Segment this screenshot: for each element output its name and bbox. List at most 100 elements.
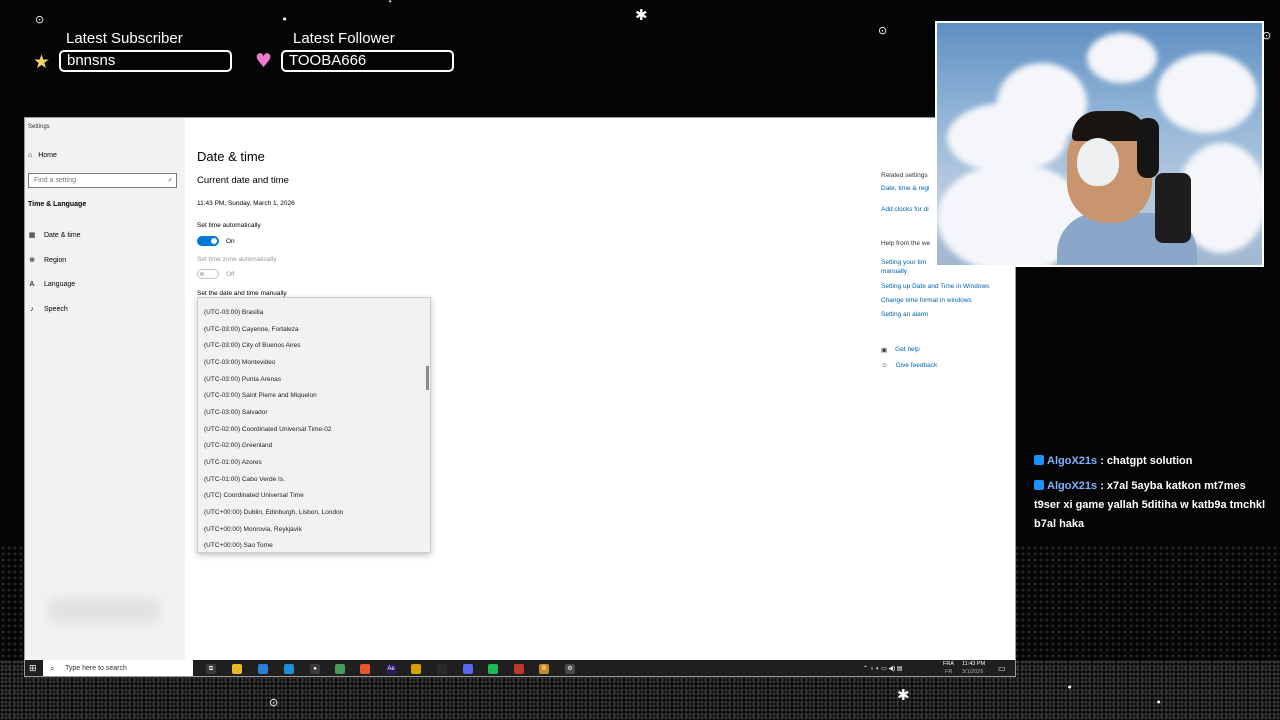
headphones-icon: [1137, 118, 1159, 178]
chat-message: AlgoX21s : chatgpt solution: [1034, 452, 1269, 471]
timezone-option[interactable]: (UTC) Coordinated Universal Time: [204, 492, 304, 499]
timezone-dropdown-list[interactable]: (UTC-03:00) Brasilia (UTC-03:00) Cayenne…: [197, 297, 431, 553]
timezone-option[interactable]: (UTC-03:00) Brasilia: [204, 309, 263, 316]
blurred-area: [49, 598, 159, 624]
terminal-icon[interactable]: [437, 664, 447, 674]
notifications-icon[interactable]: ▭: [998, 664, 1006, 673]
find-setting-input[interactable]: Find a setting ⌕: [28, 173, 177, 188]
language-icon: A: [29, 281, 35, 288]
get-help-label: Get help: [895, 346, 920, 353]
edge-icon[interactable]: [284, 664, 294, 674]
timezone-option[interactable]: (UTC+00:00) Monrovia, Reykjavik: [204, 526, 302, 533]
language-indicator[interactable]: FRA: [943, 661, 954, 667]
current-date-value: 11:43 PM, Sunday, March 1, 2026: [197, 200, 295, 207]
chat-text: chatgpt solution: [1106, 455, 1193, 467]
feedback-icon: ☺: [881, 362, 888, 369]
timezone-option[interactable]: (UTC-01:00) Cabo Verde Is.: [204, 476, 285, 483]
search-icon: ⌕: [168, 177, 172, 184]
set-timezone-auto-toggle[interactable]: [197, 269, 219, 279]
dropdown-scrollbar[interactable]: [426, 366, 429, 390]
chat-username: AlgoX21s: [1047, 480, 1098, 492]
sidebar-item-speech[interactable]: ♪ Speech: [28, 306, 68, 313]
sidebar-item-label: Region: [44, 256, 67, 264]
help-link-setting-up[interactable]: Setting up Date and Time in Windows: [881, 283, 989, 290]
microphone-icon: ♪: [30, 306, 34, 313]
help-title: Help from the we: [881, 240, 931, 247]
clock-time[interactable]: 11:43 PM: [962, 661, 985, 667]
after-effects-icon[interactable]: Ae: [386, 664, 396, 674]
discord-icon[interactable]: [463, 664, 473, 674]
timezone-option[interactable]: (UTC-03:00) City of Buenos Aires: [204, 342, 300, 349]
microphone-icon: [1155, 173, 1191, 243]
get-help-link[interactable]: ▣ Get help: [881, 346, 920, 354]
sidebar-item-date-time[interactable]: ▦ Date & time: [28, 231, 81, 240]
timezone-option[interactable]: (UTC-02:00) Greenland: [204, 442, 272, 449]
maps-icon[interactable]: [335, 664, 345, 674]
chrome-alt-icon[interactable]: [514, 664, 524, 674]
snowflake-icon: ✱: [635, 6, 648, 24]
star-icon: ★: [33, 51, 51, 73]
heart-icon: ♥: [255, 50, 273, 72]
timezone-option[interactable]: (UTC-03:00) Saint Pierre and Miquelon: [204, 392, 317, 399]
taskbar: ⊞ ⌕ Type here to search ⧉ ● Ae B ⚙ ⌃ ♁ ◐ ▭ ◀…: [25, 660, 1015, 676]
timezone-option[interactable]: (UTC-03:00) Punta Arenas: [204, 376, 281, 383]
latest-subscriber-name: bnnsns: [59, 50, 232, 72]
user-badge-icon: [1034, 455, 1044, 465]
timezone-option[interactable]: (UTC-03:00) Montevideo: [204, 359, 276, 366]
star-icon: ⊙: [269, 696, 279, 709]
windows-start-icon[interactable]: ⊞: [29, 664, 37, 674]
sidebar-item-language[interactable]: A Language: [28, 281, 76, 288]
brave-icon[interactable]: [360, 664, 370, 674]
help-link-setting-time[interactable]: Setting your tim: [881, 259, 926, 266]
app-icon[interactable]: B: [539, 664, 549, 674]
settings-sidebar: Settings ⌂ Home Find a setting ⌕ Time & …: [25, 118, 185, 660]
star-icon: ●: [283, 16, 287, 21]
sidebar-item-label: Date & time: [44, 231, 81, 239]
timezone-option[interactable]: (UTC-02:00) Coordinated Universal Time-0…: [204, 426, 332, 433]
page-title: Date & time: [197, 149, 265, 164]
home-nav-item[interactable]: ⌂ Home: [28, 152, 57, 159]
clock-date[interactable]: 3/1/2026: [962, 669, 983, 675]
search-icon: ⌕: [50, 664, 55, 673]
spotify-icon[interactable]: [488, 664, 498, 674]
current-date-heading: Current date and time: [197, 175, 289, 186]
chrome-icon[interactable]: [411, 664, 421, 674]
taskbar-search-input[interactable]: ⌕ Type here to search: [43, 660, 193, 676]
help-link-alarm[interactable]: Setting an alarm: [881, 311, 928, 318]
latest-subscriber-title: Latest Subscriber: [66, 30, 183, 47]
star-icon: ⊙: [878, 24, 888, 37]
task-view-icon[interactable]: ⧉: [206, 664, 216, 674]
settings-icon[interactable]: ⚙: [565, 664, 575, 674]
help-link-setting-time-cont[interactable]: manually: [881, 268, 907, 275]
get-help-icon: ▣: [881, 347, 888, 354]
timezone-option[interactable]: (UTC+00:00) Dublin, Edinburgh, Lisbon, L…: [204, 509, 343, 516]
system-tray-icons[interactable]: ⌃ ♁ ◐ ▭ ◀) ▤: [863, 665, 902, 672]
star-icon: ●: [1157, 699, 1161, 704]
face-mask: [1077, 138, 1119, 186]
star-icon: ⊙: [35, 13, 45, 26]
sidebar-item-region[interactable]: ⊕ Region: [28, 256, 67, 265]
timezone-option[interactable]: (UTC+00:00) Sao Tome: [204, 542, 273, 549]
timezone-option[interactable]: (UTC-03:00) Salvador: [204, 409, 268, 416]
chat-username: AlgoX21s: [1047, 455, 1098, 467]
related-link-add-clocks[interactable]: Add clocks for di: [881, 206, 929, 213]
store-icon[interactable]: [258, 664, 268, 674]
sidebar-item-label: Speech: [44, 306, 68, 313]
set-timezone-auto-label: Set time zone automatically: [197, 256, 277, 263]
give-feedback-link[interactable]: ☺ Give feedback: [881, 362, 937, 369]
file-explorer-icon[interactable]: [232, 664, 242, 674]
related-link-date-time-region[interactable]: Date, time & regi: [881, 185, 929, 192]
home-label: Home: [38, 152, 57, 159]
obs-icon[interactable]: ●: [310, 664, 320, 674]
chat-message: AlgoX21s : x7al 5ayba katkon mt7mes t9se…: [1034, 480, 1266, 530]
timezone-option[interactable]: (UTC-03:00) Cayenne, Fortaleza: [204, 326, 299, 333]
taskbar-search-placeholder: Type here to search: [65, 665, 127, 672]
globe-icon: ⊕: [29, 257, 35, 264]
cloud-shape: [1157, 53, 1257, 133]
help-link-time-format[interactable]: Change time format in windows: [881, 297, 972, 304]
set-time-auto-toggle[interactable]: [197, 236, 219, 246]
timezone-option[interactable]: (UTC-01:00) Azores: [204, 459, 262, 466]
person-hair: [1072, 111, 1147, 141]
language-sub-indicator: FR: [945, 669, 953, 675]
window-title: Settings: [28, 124, 50, 130]
